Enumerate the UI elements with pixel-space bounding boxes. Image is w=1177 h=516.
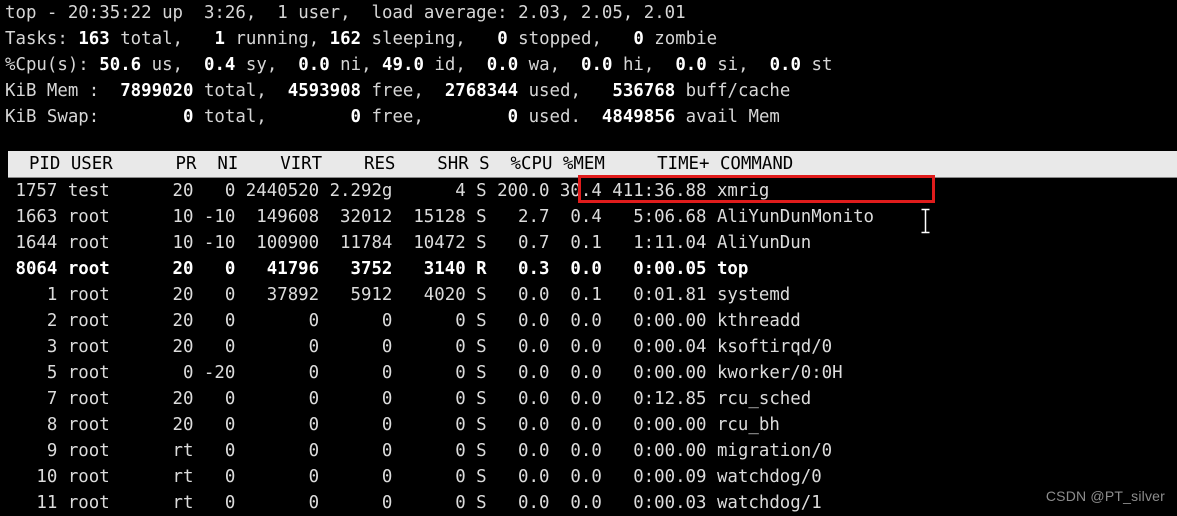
tasks-line: Tasks: 163 total, 1 running, 162 sleepin… [5,26,1177,52]
cpu-sy-label: sy, [235,55,278,75]
top-summary-block: top - 20:35:22 up 3:26, 1 user, load ave… [5,0,1177,130]
uptime-prefix: top - [5,3,68,23]
mem-label: KiB Mem : [5,81,100,101]
up-label: up [151,3,194,23]
cpu-ni-value: 0.0 [298,55,330,75]
cpu-wa-value: 0.0 [486,55,519,75]
cpu-ni-label: ni, [329,55,372,75]
swap-total-value: 0 [183,107,194,127]
process-table-body: 1757 test 20 0 2440520 2.292g 4 S 200.0 … [5,178,1177,516]
swap-avail-label: avail Mem [675,107,780,127]
mem-buffcache-value: 536768 [612,81,676,101]
tasks-total-label: total, [109,29,184,49]
table-row[interactable]: 1 root 20 0 37892 5912 4020 S 0.0 0.1 0:… [5,282,1177,308]
mem-used-value: 2768344 [444,81,519,101]
swap-free-value: 0 [350,107,362,127]
table-row[interactable]: 7 root 20 0 0 0 0 S 0.0 0.0 0:12.85 rcu_… [5,386,1177,412]
cpu-st-label: st [801,55,833,75]
table-row[interactable]: 8064 root 20 0 41796 3752 3140 R 0.3 0.0… [5,256,1177,282]
cpu-line: %Cpu(s): 50.6 us, 0.4 sy, 0.0 ni, 49.0 i… [5,52,1177,78]
tasks-label: Tasks: [5,29,68,49]
tasks-running-label: running, [224,29,320,49]
table-row[interactable]: 10 root rt 0 0 0 0 S 0.0 0.0 0:00.09 wat… [5,464,1177,490]
cpu-sy-value: 0.4 [203,55,236,75]
tasks-sleeping-label: sleeping, [361,29,466,49]
mem-free-value: 4593908 [287,81,362,101]
swap-line: KiB Swap: 0 total, 0 free, 0 used. 48498… [5,104,1177,130]
table-row[interactable]: 1663 root 10 -10 149608 32012 15128 S 2.… [5,204,1177,230]
cpu-hi-label: hi, [612,55,655,75]
load-avg-1min: 2.03, [518,3,571,23]
tasks-stopped-label: stopped, [507,29,602,49]
table-row[interactable]: 3 root 20 0 0 0 0 S 0.0 0.0 0:00.04 ksof… [5,334,1177,360]
cpu-id-value: 49.0 [382,55,424,75]
cpu-hi-value: 0.0 [581,55,613,75]
tasks-running-value: 1 [214,29,225,49]
table-row[interactable]: 1644 root 10 -10 100900 11784 10472 S 0.… [5,230,1177,256]
swap-used-label: used. [518,107,581,127]
mem-free-label: free, [361,81,424,101]
swap-total-label: total, [193,107,267,127]
mem-line: KiB Mem : 7899020 total, 4593908 free, 2… [5,78,1177,104]
terminal-window[interactable]: top - 20:35:22 up 3:26, 1 user, load ave… [0,0,1177,516]
cpu-us-label: us, [141,55,184,75]
uptime-value: 3:26, [193,3,257,23]
swap-label: KiB Swap: [5,107,100,127]
table-row[interactable]: 1757 test 20 0 2440520 2.292g 4 S 200.0 … [5,178,1177,204]
uptime-line: top - 20:35:22 up 3:26, 1 user, load ave… [5,0,1177,26]
cpu-st-value: 0.0 [769,55,801,75]
cpu-us-value: 50.6 [99,55,142,75]
cpu-label: %Cpu(s): [5,55,89,75]
table-row[interactable]: 9 root rt 0 0 0 0 S 0.0 0.0 0:00.00 migr… [5,438,1177,464]
cpu-wa-label: wa, [518,55,561,75]
tasks-zombie-value: 0 [633,29,644,49]
tasks-zombie-label: zombie [643,29,718,49]
watermark: CSDN @PT_silver [1045,488,1165,504]
cpu-id-label: id, [423,55,466,75]
swap-used-value: 0 [507,107,519,127]
tasks-stopped-value: 0 [497,29,508,49]
cpu-si-label: si, [706,55,749,75]
table-row[interactable]: 2 root 20 0 0 0 0 S 0.0 0.0 0:00.00 kthr… [5,308,1177,334]
cpu-si-value: 0.0 [675,55,707,75]
tasks-total-value: 163 [78,29,110,49]
tasks-sleeping-value: 162 [329,29,362,49]
table-row[interactable]: 8 root 20 0 0 0 0 S 0.0 0.0 0:00.00 rcu_… [5,412,1177,438]
process-table-header[interactable]: PID USER PR NI VIRT RES SHR S %CPU %MEM … [8,151,1177,178]
current-time: 20:35:22 [67,3,152,23]
process-table-header-text: PID USER PR NI VIRT RES SHR S %CPU %MEM … [8,154,1177,174]
swap-avail-value: 4849856 [601,107,676,127]
user-count: 1 user, [256,3,351,23]
mem-total-label: total, [193,81,267,101]
table-row[interactable]: 5 root 0 -20 0 0 0 S 0.0 0.0 0:00.00 kwo… [5,360,1177,386]
swap-free-label: free, [361,107,424,127]
load-average-label: load average: [350,3,519,23]
mem-buffcache-label: buff/cache [675,81,791,101]
table-row[interactable]: 11 root rt 0 0 0 0 S 0.0 0.0 0:00.03 wat… [5,490,1177,516]
load-avg-15min: 2.01 [633,3,686,23]
mem-used-label: used, [518,81,581,101]
mem-total-value: 7899020 [120,81,194,101]
load-avg-5min: 2.05, [570,3,634,23]
